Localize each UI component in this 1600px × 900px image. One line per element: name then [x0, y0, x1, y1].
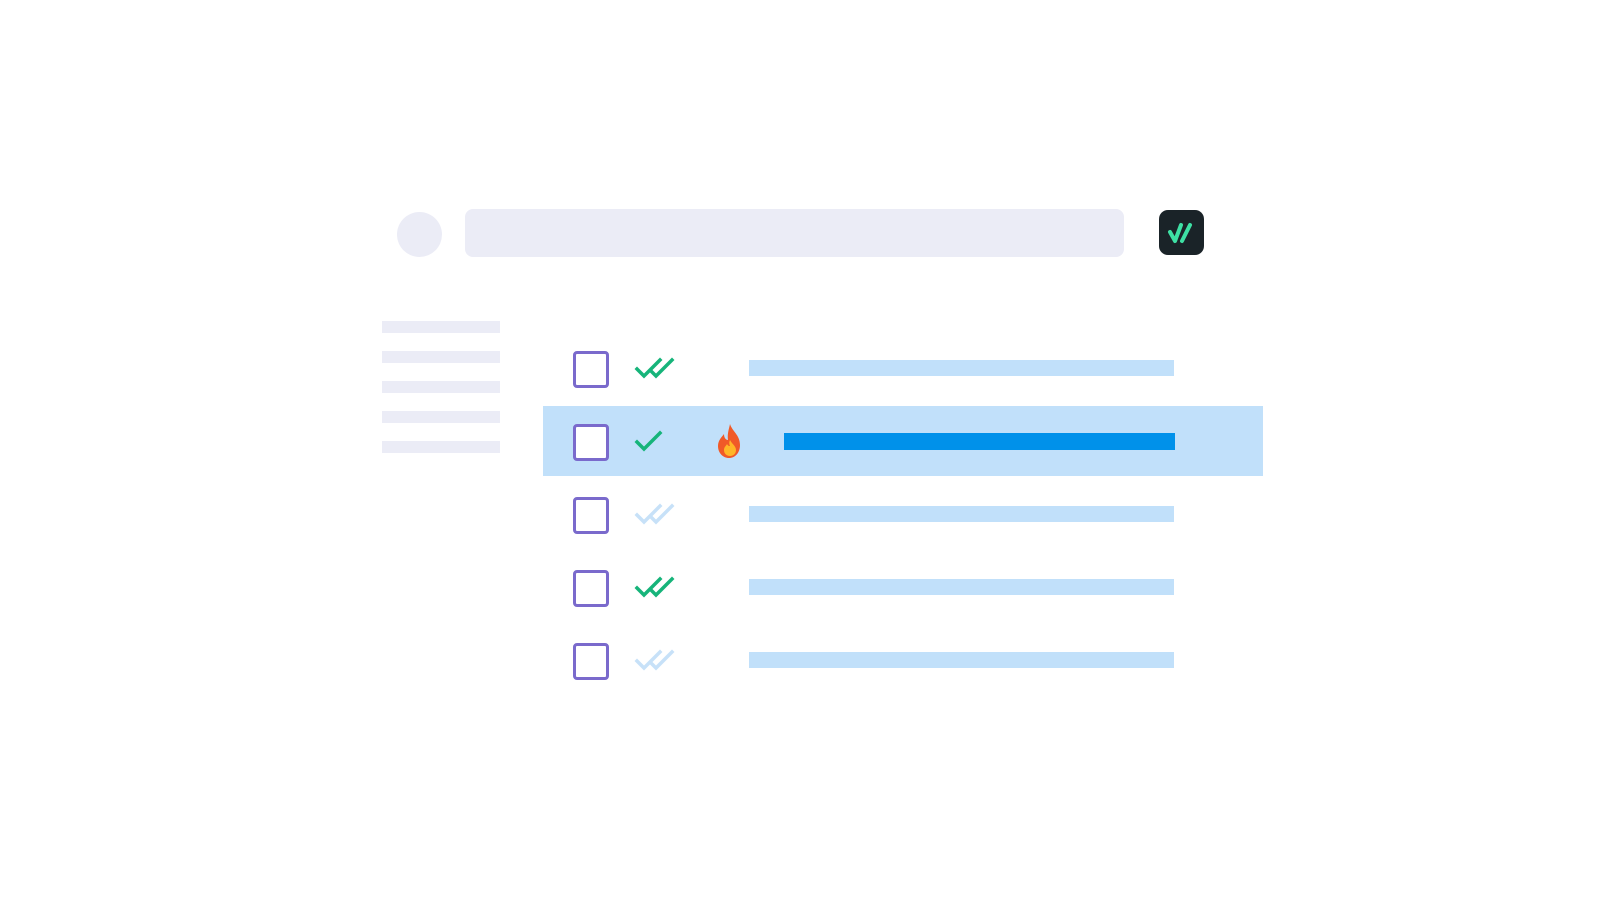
message-subject-placeholder	[784, 433, 1175, 450]
double-check-muted-icon	[634, 498, 686, 530]
app-logo[interactable]	[1159, 210, 1204, 255]
message-subject-placeholder	[749, 579, 1174, 595]
sidebar-item[interactable]	[382, 441, 500, 453]
fire-icon	[714, 422, 746, 460]
avatar[interactable]	[397, 212, 442, 257]
row-checkbox[interactable]	[573, 424, 609, 461]
list-item[interactable]	[543, 479, 1263, 549]
message-subject-placeholder	[749, 360, 1174, 376]
row-checkbox[interactable]	[573, 643, 609, 680]
row-checkbox[interactable]	[573, 497, 609, 534]
sidebar-item[interactable]	[382, 381, 500, 393]
single-check-icon	[634, 425, 686, 457]
search-bar[interactable]	[465, 209, 1124, 257]
list-item-selected[interactable]	[543, 406, 1263, 476]
double-check-icon	[634, 571, 686, 603]
message-subject-placeholder	[749, 652, 1174, 668]
list-item[interactable]	[543, 552, 1263, 622]
list-item[interactable]	[543, 625, 1263, 695]
list-item[interactable]	[543, 333, 1263, 403]
double-check-logo-icon	[1167, 222, 1192, 243]
row-checkbox[interactable]	[573, 570, 609, 607]
sidebar-item[interactable]	[382, 351, 500, 363]
sidebar-item[interactable]	[382, 321, 500, 333]
sidebar-item[interactable]	[382, 411, 500, 423]
message-subject-placeholder	[749, 506, 1174, 522]
double-check-icon	[634, 352, 686, 384]
row-checkbox[interactable]	[573, 351, 609, 388]
double-check-muted-icon	[634, 644, 686, 676]
